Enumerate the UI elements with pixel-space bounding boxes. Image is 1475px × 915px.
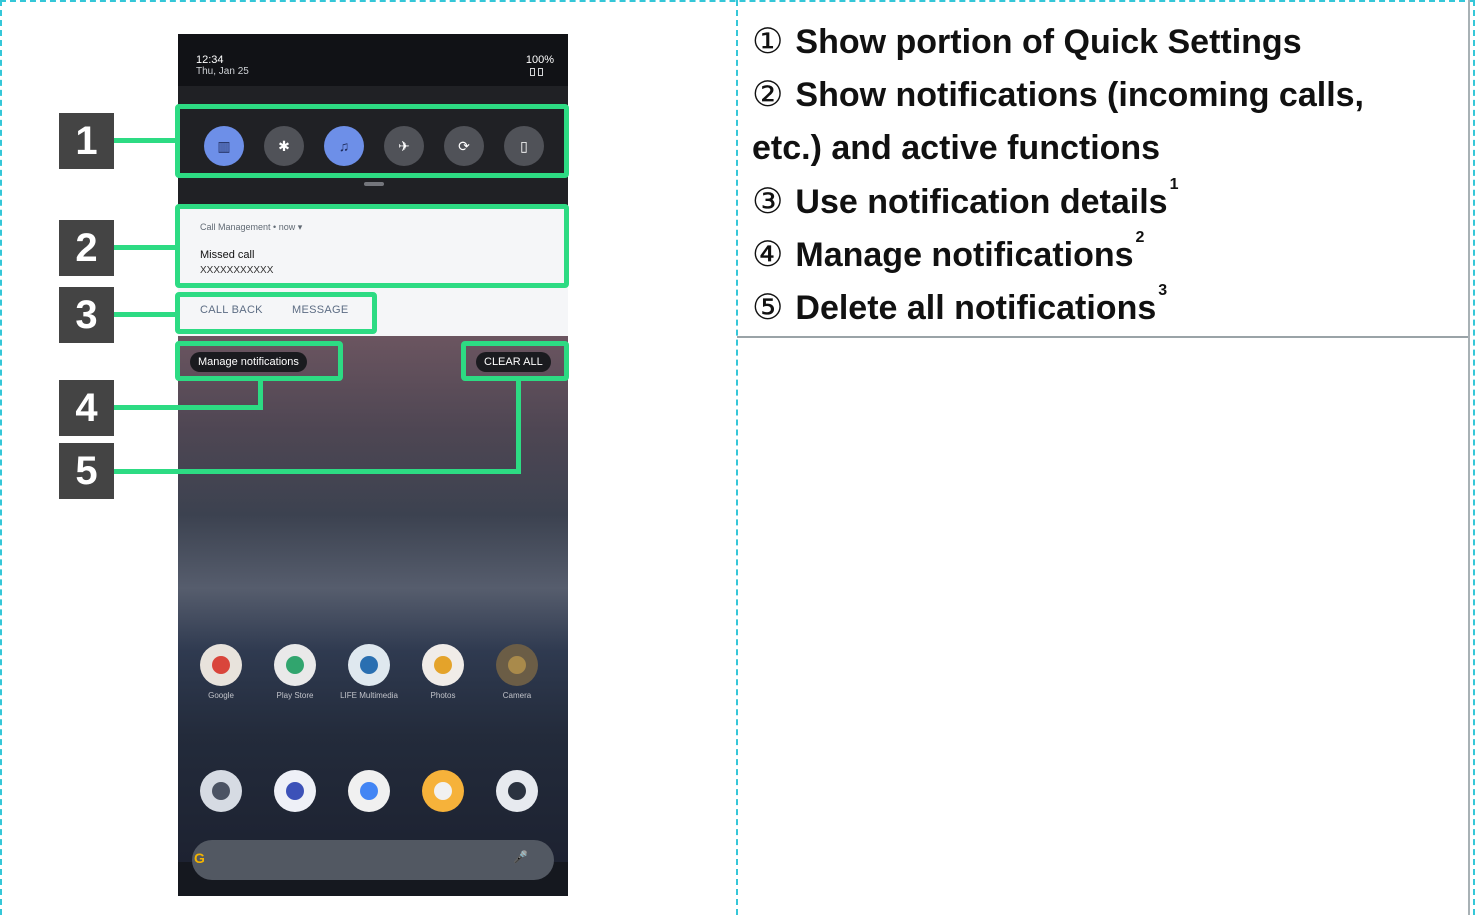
- description-3: ③ Use notification details 1: [752, 176, 1178, 222]
- app-label-photos: Photos: [430, 691, 456, 700]
- footnote-2: 2: [1135, 229, 1145, 246]
- status-time: 12:34: [196, 54, 224, 66]
- callout-2: 2: [59, 220, 114, 276]
- column-divider: [736, 0, 738, 915]
- circled-number-3: ③: [752, 182, 784, 221]
- life-multimedia-icon[interactable]: [348, 644, 390, 686]
- description-2-continued: etc.) and active functions: [752, 129, 1160, 168]
- description-text-4: Manage notifications: [795, 236, 1134, 274]
- google-g-icon: G: [194, 850, 205, 866]
- phone-app-icon[interactable]: [200, 770, 242, 812]
- description-5: ⑤ Delete all notifications 3: [752, 282, 1167, 328]
- highlight-manage-notifications: [175, 341, 343, 381]
- connector-1: [114, 138, 178, 143]
- microphone-icon[interactable]: 🎤: [513, 850, 528, 864]
- connector-5-horizontal: [114, 469, 521, 474]
- date-label: Thu, Jan 25: [196, 66, 249, 77]
- connector-3: [114, 312, 178, 317]
- highlight-quick-settings: [175, 104, 569, 178]
- connector-2: [114, 245, 178, 250]
- highlight-notification: [175, 204, 569, 288]
- highlight-notification-actions: [175, 292, 377, 334]
- description-text-5: Delete all notifications: [795, 289, 1157, 327]
- photos-icon[interactable]: [422, 644, 464, 686]
- highlight-clear-all: [461, 341, 569, 381]
- signal-icons: [530, 66, 548, 78]
- callout-4: 4: [59, 380, 114, 436]
- app-label-google: Google: [208, 691, 234, 700]
- circled-number-5: ⑤: [752, 288, 784, 327]
- callout-1: 1: [59, 113, 114, 169]
- app-label-camera: Camera: [502, 691, 532, 700]
- description-text-3: Use notification details: [795, 183, 1168, 221]
- camera-icon[interactable]: [496, 644, 538, 686]
- footnote-1: 1: [1169, 176, 1179, 193]
- status-battery: 100%: [525, 54, 554, 66]
- connector-4-horizontal: [114, 405, 263, 410]
- status-bar: 12:34 100%: [178, 34, 568, 86]
- description-4: ④ Manage notifications 2: [752, 229, 1144, 275]
- callout-3: 3: [59, 287, 114, 343]
- weather-app-icon[interactable]: [422, 770, 464, 812]
- right-table-edge: [1468, 0, 1470, 915]
- app-label-life-multimedia: LIFE Multimedia: [340, 691, 398, 700]
- description-2: ② Show notifications (incoming calls,: [752, 75, 1364, 115]
- google-search-bar[interactable]: [192, 840, 554, 880]
- callout-5: 5: [59, 443, 114, 499]
- circled-number-2: ②: [752, 75, 784, 114]
- xperia-app-icon[interactable]: [496, 770, 538, 812]
- description-text-1: Show portion of Quick Settings: [795, 23, 1302, 61]
- description-divider: [737, 336, 1469, 338]
- play-store-icon[interactable]: [274, 644, 316, 686]
- shade-drag-handle[interactable]: [364, 182, 384, 186]
- chrome-icon[interactable]: [348, 770, 390, 812]
- circled-number-4: ④: [752, 235, 784, 274]
- messages-app-icon[interactable]: [274, 770, 316, 812]
- app-label-play-store: Play Store: [276, 691, 314, 700]
- frame-left-border: [0, 0, 2, 915]
- footnote-3: 3: [1158, 282, 1168, 299]
- description-text-2: Show notifications (incoming calls,: [795, 76, 1364, 114]
- connector-5-vertical: [516, 380, 521, 474]
- description-1: ① Show portion of Quick Settings: [752, 22, 1302, 62]
- description-text-2b: etc.) and active functions: [752, 129, 1161, 167]
- circled-number-1: ①: [752, 22, 784, 61]
- google-folder-icon[interactable]: [200, 644, 242, 686]
